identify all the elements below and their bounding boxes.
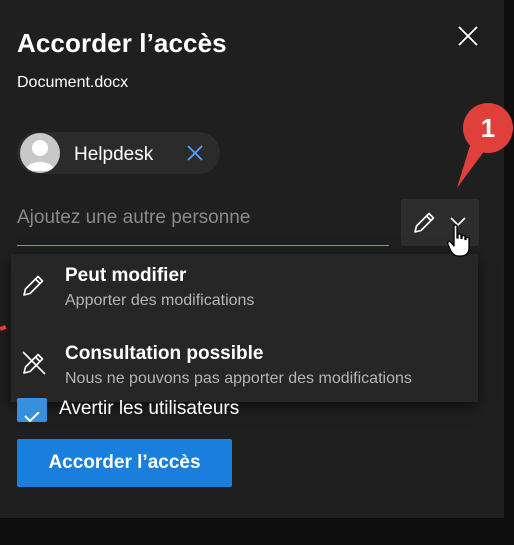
annotation-step-badge: 1 (463, 103, 513, 153)
menu-item-view-only[interactable]: Consultation possible Nous ne pouvons pa… (11, 332, 478, 406)
menu-item-can-edit[interactable]: Peut modifier Apporter des modifications (11, 254, 478, 328)
add-person-input[interactable] (17, 198, 389, 238)
recipient-name: Helpdesk (74, 144, 154, 165)
menu-item-title: Peut modifier (65, 265, 187, 286)
close-icon (458, 26, 478, 46)
notify-label: Avertir les utilisateurs (59, 398, 240, 419)
grant-access-button[interactable]: Accorder l’accès (17, 439, 232, 487)
menu-item-title: Consultation possible (65, 343, 264, 364)
pencil-off-icon (22, 351, 46, 375)
annotation-arrow-fragment (0, 325, 7, 331)
notify-checkbox[interactable] (17, 398, 47, 422)
document-filename: Document.docx (17, 74, 129, 91)
pencil-icon (414, 212, 435, 233)
share-dialog: Accorder l’accès Document.docx Helpdesk (0, 0, 504, 518)
person-icon (25, 140, 55, 171)
checkmark-icon (24, 412, 40, 422)
menu-item-description: Nous ne pouvons pas apporter des modific… (65, 370, 412, 387)
avatar (20, 133, 60, 173)
close-icon (187, 145, 203, 161)
permission-menu: Peut modifier Apporter des modifications… (11, 254, 478, 402)
add-person-field[interactable] (17, 198, 389, 246)
close-button[interactable] (454, 22, 482, 50)
window-edge (504, 0, 514, 545)
dialog-title: Accorder l’accès (17, 28, 227, 58)
remove-recipient-button[interactable] (184, 142, 206, 164)
recipient-chip: Helpdesk (17, 132, 220, 174)
pencil-icon (23, 275, 44, 296)
menu-item-description: Apporter des modifications (65, 292, 255, 309)
hand-cursor-icon (447, 224, 470, 257)
